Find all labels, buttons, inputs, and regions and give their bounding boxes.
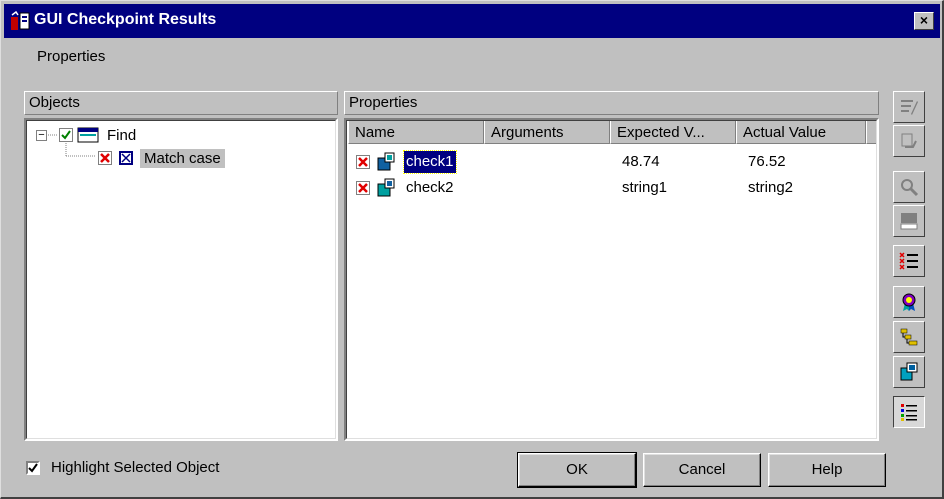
checkmark-icon bbox=[28, 463, 38, 473]
fail-x-icon bbox=[356, 155, 370, 169]
update-expected-icon bbox=[901, 133, 917, 148]
copy-icon bbox=[900, 362, 918, 381]
mismatch-list-button[interactable] bbox=[893, 245, 925, 277]
objects-header: Objects bbox=[24, 91, 338, 115]
cancel-button[interactable]: Cancel bbox=[643, 453, 761, 487]
row-name-selected: check1 bbox=[403, 150, 457, 174]
checkmark-icon bbox=[59, 128, 73, 142]
edit-expected-button[interactable] bbox=[893, 91, 925, 123]
fail-x-icon bbox=[98, 151, 112, 165]
rct-icon bbox=[900, 213, 918, 230]
column-header-filler bbox=[866, 120, 877, 144]
table-row[interactable]: check1 48.74 76.52 bbox=[346, 150, 877, 174]
collapse-icon[interactable]: − bbox=[36, 129, 47, 141]
hierarchy-button[interactable] bbox=[893, 321, 925, 353]
close-button[interactable]: × bbox=[914, 12, 934, 30]
rct-button[interactable] bbox=[893, 205, 925, 237]
window-title: GUI Checkpoint Results bbox=[34, 11, 217, 28]
hierarchy-icon bbox=[900, 328, 918, 346]
tree-item-label: Find bbox=[107, 126, 137, 144]
table-row[interactable]: check2 string1 string2 bbox=[346, 176, 877, 200]
list-view-icon bbox=[901, 404, 917, 421]
menu-bar: Properties bbox=[4, 41, 940, 69]
award-icon bbox=[902, 293, 916, 311]
list-view-button[interactable] bbox=[893, 396, 925, 428]
column-header-name[interactable]: Name bbox=[348, 120, 484, 144]
tree-connector-icon bbox=[65, 141, 95, 157]
column-header-expected[interactable]: Expected V... bbox=[610, 120, 736, 144]
row-name: check2 bbox=[406, 179, 454, 196]
menu-properties[interactable]: Properties bbox=[37, 48, 105, 65]
tree-item-label: Match case bbox=[140, 148, 225, 168]
objects-tree[interactable]: − Find Match case bbox=[24, 118, 338, 441]
property-check-icon bbox=[377, 152, 395, 171]
row-actual: string2 bbox=[748, 179, 794, 196]
help-button[interactable]: Help bbox=[768, 453, 886, 487]
tree-item-match-case[interactable]: Match case bbox=[98, 147, 225, 169]
properties-header: Properties bbox=[344, 91, 879, 115]
copy-object-button[interactable] bbox=[893, 356, 925, 388]
column-header-arguments[interactable]: Arguments bbox=[484, 120, 610, 144]
row-expected: string1 bbox=[622, 179, 668, 196]
column-header-actual[interactable]: Actual Value bbox=[736, 120, 866, 144]
update-expected-button[interactable] bbox=[893, 125, 925, 157]
magnify-button[interactable] bbox=[893, 171, 925, 203]
row-actual: 76.52 bbox=[748, 153, 786, 170]
ok-button[interactable]: OK bbox=[517, 452, 637, 488]
fail-x-icon bbox=[356, 181, 370, 195]
properties-list[interactable]: Name Arguments Expected V... Actual Valu… bbox=[344, 118, 879, 441]
checkbox-object-icon bbox=[119, 151, 133, 165]
list-mismatch-icon bbox=[899, 252, 918, 270]
highlight-label[interactable]: Highlight Selected Object bbox=[51, 459, 219, 476]
edit-expected-icon bbox=[901, 100, 918, 115]
highlight-checkbox[interactable] bbox=[26, 461, 40, 475]
award-button[interactable] bbox=[893, 286, 925, 318]
row-expected: 48.74 bbox=[622, 153, 660, 170]
title-bar[interactable]: GUI Checkpoint Results × bbox=[4, 4, 940, 38]
property-check-icon bbox=[377, 178, 395, 197]
app-icon bbox=[11, 11, 30, 30]
tree-line-icon bbox=[48, 134, 58, 136]
dialog-window: GUI Checkpoint Results × Properties Obje… bbox=[0, 0, 944, 499]
magnify-icon bbox=[901, 179, 919, 197]
